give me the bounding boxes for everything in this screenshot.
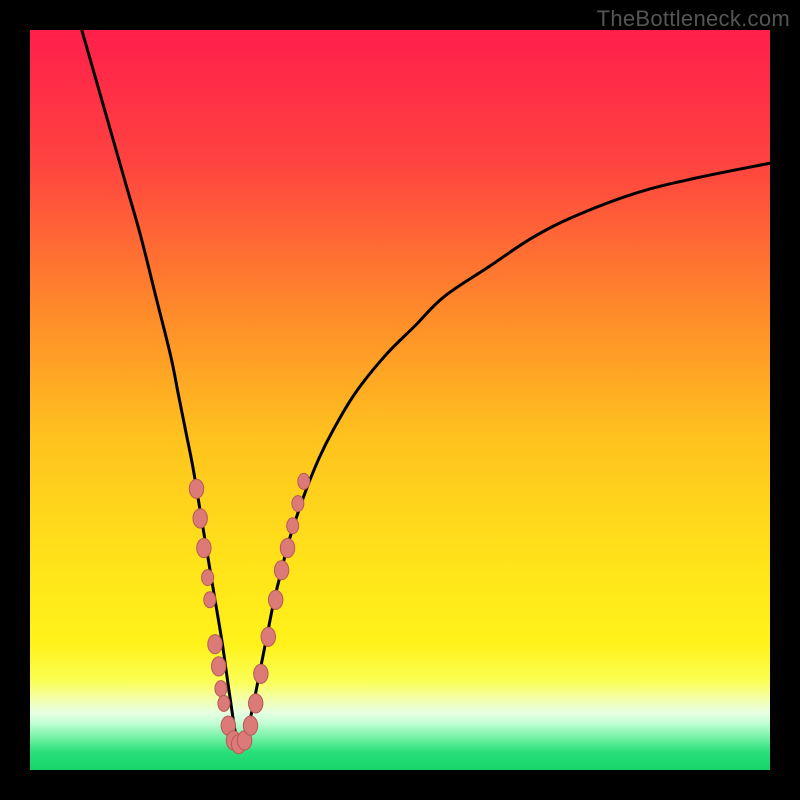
curve-marker [261, 627, 275, 646]
curve-marker [208, 635, 222, 654]
curve-marker [280, 538, 294, 557]
curve-marker [215, 681, 227, 697]
curve-marker [287, 518, 299, 534]
curve-marker [274, 561, 288, 580]
curve-marker [249, 694, 263, 713]
curve-marker [212, 657, 226, 676]
heat-gradient-background [30, 30, 770, 770]
curve-marker [218, 695, 230, 711]
curve-marker [193, 509, 207, 528]
curve-marker [292, 496, 304, 512]
bottleneck-chart [0, 0, 800, 800]
curve-marker [298, 473, 310, 489]
curve-marker [189, 479, 203, 498]
curve-marker [268, 590, 282, 609]
outer-frame: TheBottleneck.com [0, 0, 800, 800]
curve-marker [243, 716, 257, 735]
curve-marker [197, 538, 211, 557]
curve-marker [254, 664, 268, 683]
curve-marker [204, 592, 216, 608]
curve-marker [202, 570, 214, 586]
